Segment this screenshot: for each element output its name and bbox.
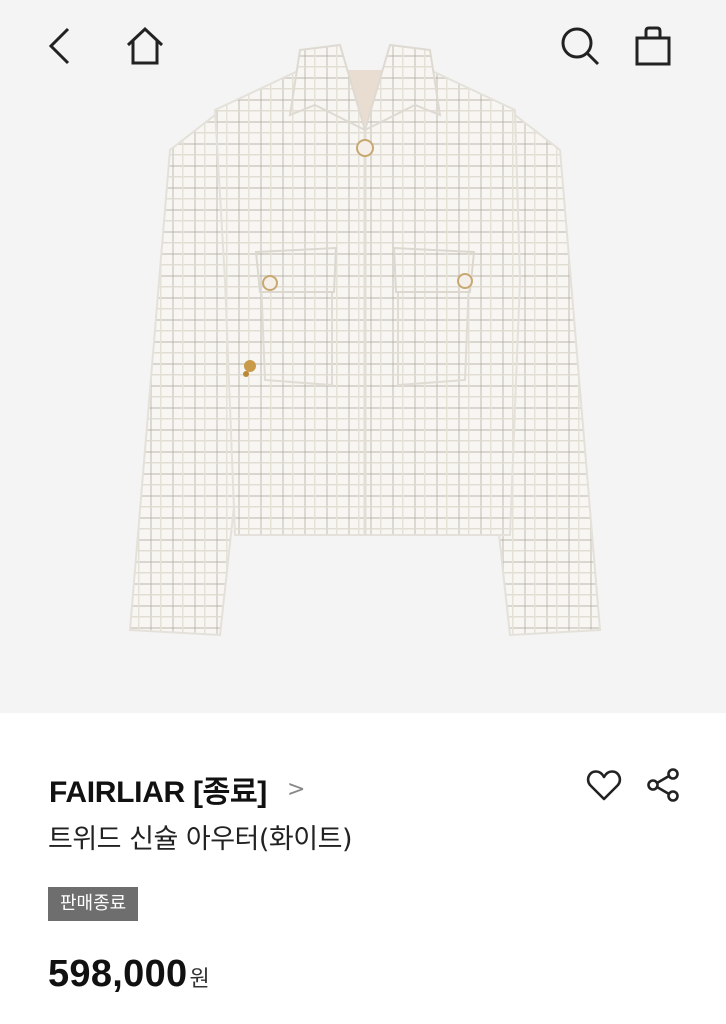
heart-icon[interactable] <box>586 768 622 802</box>
chevron-right-icon: > <box>286 776 306 802</box>
search-button[interactable] <box>554 20 606 72</box>
brand-name: FAIRLIAR [종료] <box>49 776 267 809</box>
shopping-bag-icon <box>635 26 671 66</box>
home-icon <box>126 26 164 65</box>
chevron-left-icon <box>48 27 70 65</box>
price-currency: 원 <box>189 967 210 992</box>
product-photo-tweed-jacket[interactable] <box>100 30 630 670</box>
product-image-area <box>0 0 726 713</box>
home-button[interactable] <box>119 20 171 72</box>
price: 598,000 원 <box>48 953 210 996</box>
cart-button[interactable] <box>627 20 679 72</box>
product-info-panel: FAIRLIAR [종료] > 트위드 신슐 아우터(화이트) 판매종료 598… <box>0 713 726 1024</box>
product-name: 트위드 신슐 아우터(화이트) <box>48 824 352 855</box>
back-button[interactable] <box>34 20 86 72</box>
share-icon[interactable] <box>644 767 682 803</box>
price-amount: 598,000 <box>48 953 188 995</box>
search-icon <box>561 27 600 66</box>
brand-link[interactable]: FAIRLIAR [종료] > <box>49 767 305 811</box>
status-badge: 판매종료 <box>48 887 139 921</box>
top-navigation-bar <box>0 0 726 92</box>
